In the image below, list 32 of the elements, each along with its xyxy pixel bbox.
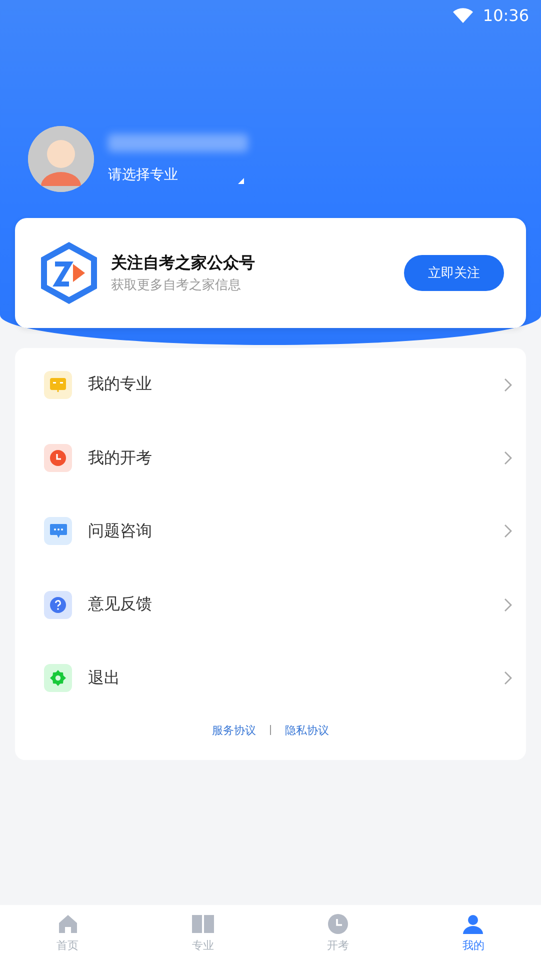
chevron-right-icon [504, 671, 512, 686]
menu-item[interactable]: 意见反馈 [15, 568, 526, 642]
menu-item[interactable]: 我的开考 [15, 421, 526, 495]
card-subtitle: 获取更多自考之家信息 [111, 276, 242, 294]
clock-icon [50, 450, 66, 466]
menu-item[interactable]: 问题咨询 [15, 494, 526, 568]
gear-icon [50, 670, 66, 686]
home-icon [58, 914, 78, 934]
logo-icon [41, 242, 97, 304]
chat-bubble-icon [50, 524, 66, 538]
menu-item[interactable]: 我的专业 [15, 348, 526, 422]
chevron-right-icon [504, 524, 512, 538]
clock-icon [328, 914, 348, 934]
wifi-icon [452, 8, 473, 22]
status-time: 10:36 [482, 6, 529, 24]
nav-tab[interactable]: 我的 [406, 905, 541, 961]
question-mark-icon [50, 596, 66, 613]
major-selector[interactable]: 请选择专业 [108, 166, 178, 184]
chevron-right-icon [504, 378, 512, 392]
book-icon [50, 378, 66, 392]
footer-link[interactable]: 服务协议 [212, 722, 256, 738]
dropdown-triangle-icon [238, 178, 244, 184]
person-icon [463, 914, 484, 934]
menu-item[interactable]: 退出 [15, 642, 526, 715]
card-title: 关注自考之家公众号 [111, 252, 256, 274]
nav-tab[interactable]: 专业 [135, 905, 270, 961]
footer-link[interactable]: 隐私协议 [285, 722, 329, 738]
chevron-right-icon [504, 451, 512, 466]
avatar [28, 126, 94, 192]
follow-button[interactable]: 立即关注 [404, 255, 504, 291]
chevron-right-icon [504, 598, 512, 612]
book-icon [192, 914, 214, 934]
